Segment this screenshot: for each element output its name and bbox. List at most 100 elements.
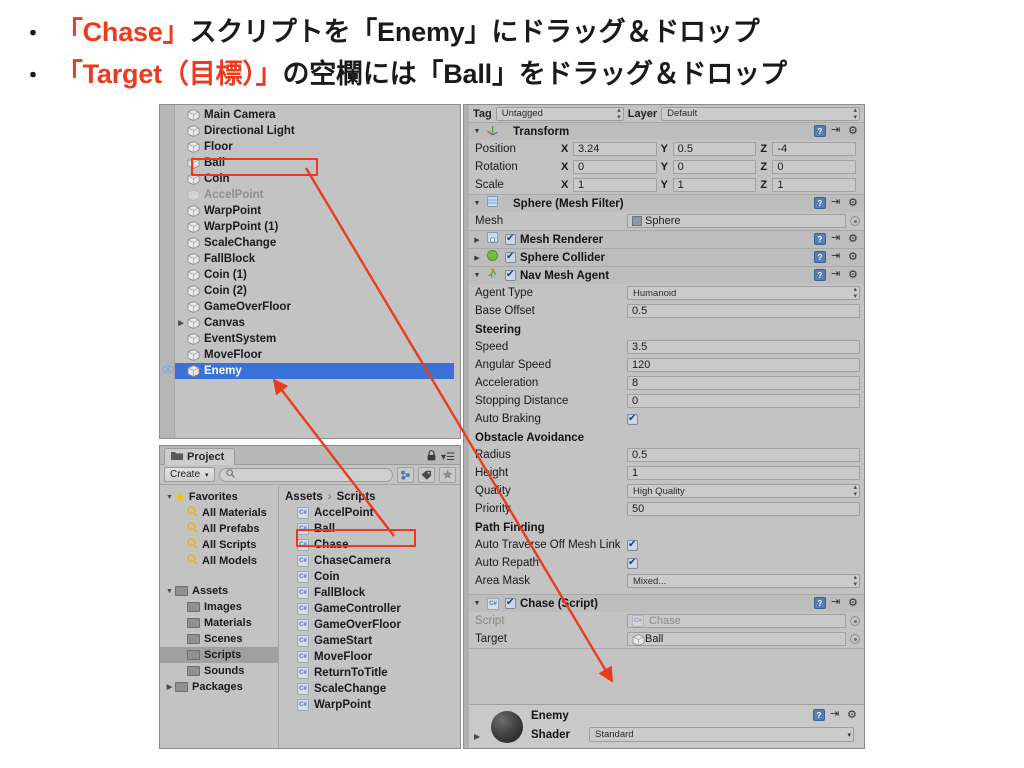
expand-triangle-icon[interactable]: ▶	[472, 236, 482, 244]
component-transform[interactable]: ▼ Transform ? ⇥ ⚙ Position X 3.24 Y 0.5 Z -4 Ro…	[469, 123, 864, 195]
expand-triangle-icon[interactable]: ▼	[164, 494, 175, 501]
steering-row-auto-braking[interactable]: Auto Braking	[469, 410, 864, 428]
agent-type-dropdown[interactable]: Humanoid ▴ ▾	[627, 286, 860, 300]
radius-input[interactable]: 0.5	[627, 448, 860, 462]
lock-icon[interactable]	[427, 450, 436, 464]
steering-row-angular-speed[interactable]: Angular Speed 120	[469, 356, 864, 374]
target-value-field[interactable]: Ball	[627, 632, 846, 646]
asset-item-accelpoint[interactable]: C# AccelPoint	[279, 505, 460, 521]
component-header-icons[interactable]: ? ⇥ ⚙	[814, 233, 860, 245]
script-object-field[interactable]: C# Chase	[627, 614, 860, 628]
stopping-distance-input[interactable]: 0	[627, 394, 860, 408]
expand-triangle-icon[interactable]: ▼	[472, 600, 482, 607]
visibility-eye-icon[interactable]	[162, 365, 174, 377]
panel-menu-icon[interactable]: ▾☰	[441, 452, 455, 463]
chase-script-rows[interactable]: Script C# Chase Target Ball	[469, 612, 864, 648]
hierarchy-item-enemy[interactable]: Enemy	[162, 363, 454, 379]
shader-dropdown[interactable]: Standard ▾	[589, 727, 854, 742]
expand-triangle-icon[interactable]: ▼	[472, 200, 482, 207]
asset-item-returntotitle[interactable]: C# ReturnToTitle	[279, 665, 460, 681]
preset-icon[interactable]: ⇥	[831, 197, 843, 209]
obstacle-avoidance-rows[interactable]: Radius 0.5 Height 1 Quality High Quality ▴ ▾ Pri…	[469, 446, 864, 518]
expand-triangle-icon[interactable]: ▶	[164, 683, 175, 691]
nav-mesh-agent-enabled-checkbox[interactable]	[505, 269, 516, 281]
asset-item-scalechange[interactable]: C# ScaleChange	[279, 681, 460, 697]
component-nav-mesh-agent[interactable]: ▼ Nav Mesh Agent ? ⇥ ⚙ Agent Ty	[469, 267, 864, 595]
project-panel[interactable]: Project ▾☰ Create ▾ ▼ ★ Favorites All Ma…	[159, 445, 461, 749]
expand-triangle-icon[interactable]: ▼	[472, 272, 482, 279]
chase-script-enabled-checkbox[interactable]	[505, 597, 516, 609]
asset-item-chasecamera[interactable]: C# ChaseCamera	[279, 553, 460, 569]
mesh-row[interactable]: Mesh Sphere	[469, 212, 864, 230]
project-tree-item-materials[interactable]: Materials	[160, 615, 278, 631]
project-tree-item-scripts[interactable]: Scripts	[160, 647, 278, 663]
mesh-value-field[interactable]: Sphere	[627, 214, 846, 228]
hierarchy-item-coin-1[interactable]: Coin (1)	[175, 267, 454, 283]
asset-item-coin[interactable]: C# Coin	[279, 569, 460, 585]
nav-mesh-agent-header[interactable]: ▼ Nav Mesh Agent ? ⇥ ⚙	[469, 267, 864, 284]
hierarchy-item-main-camera[interactable]: Main Camera	[175, 107, 454, 123]
area-mask-dropdown[interactable]: Mixed... ▴ ▾	[627, 574, 860, 588]
speed-input[interactable]: 3.5	[627, 340, 860, 354]
component-header-icons[interactable]: ? ⇥ ⚙	[814, 251, 860, 263]
tab-project[interactable]: Project	[164, 448, 236, 465]
gear-icon[interactable]: ⚙	[848, 197, 860, 209]
tag-layer-row[interactable]: Tag Untagged ▴ ▾ Layer Default ▴ ▾	[469, 105, 864, 123]
breadcrumb-root[interactable]: Assets	[285, 491, 323, 503]
vector3-field[interactable]: X 3.24 Y 0.5 Z -4	[561, 142, 864, 156]
hierarchy-item-warppoint[interactable]: WarpPoint	[175, 203, 454, 219]
obstacle-row-radius[interactable]: Radius 0.5	[469, 446, 864, 464]
rotation-y-input[interactable]: 0	[672, 160, 757, 174]
hierarchy-item-accelpoint[interactable]: AccelPoint	[175, 187, 454, 203]
filter-by-type-icon[interactable]	[397, 466, 414, 483]
base-offset-row[interactable]: Base Offset 0.5	[469, 302, 864, 320]
auto-traverse-off-mesh-link-checkbox[interactable]	[627, 539, 638, 551]
preset-icon[interactable]: ⇥	[831, 597, 843, 609]
project-tree-item-all-materials[interactable]: All Materials	[160, 505, 278, 521]
create-button[interactable]: Create ▾	[164, 467, 215, 482]
agent-type-row[interactable]: Agent Type Humanoid ▴ ▾	[469, 284, 864, 302]
project-tree-item-sounds[interactable]: Sounds	[160, 663, 278, 679]
help-icon[interactable]: ?	[814, 233, 826, 245]
acceleration-input[interactable]: 8	[627, 376, 860, 390]
object-picker-icon[interactable]	[850, 634, 860, 644]
project-tree-item-packages[interactable]: ▶ Packages	[160, 679, 278, 695]
expand-triangle-icon[interactable]: ▶	[472, 254, 482, 262]
project-tree-item-favorites[interactable]: ▼ ★ Favorites	[160, 489, 278, 505]
hierarchy-item-floor[interactable]: Floor	[175, 139, 454, 155]
mesh-renderer-header[interactable]: ▶ Mesh Renderer ? ⇥ ⚙	[469, 231, 864, 248]
position-y-input[interactable]: 0.5	[672, 142, 757, 156]
panel-options-group[interactable]: ▾☰	[427, 450, 455, 464]
help-icon[interactable]: ?	[814, 125, 826, 137]
scale-z-input[interactable]: 1	[772, 178, 857, 192]
project-tree-item-scenes[interactable]: Scenes	[160, 631, 278, 647]
vector3-field[interactable]: X1Y1Z1	[561, 178, 864, 192]
sphere-collider-enabled-checkbox[interactable]	[505, 251, 516, 263]
expand-triangle-icon[interactable]: ▼	[164, 588, 175, 595]
tag-dropdown[interactable]: Untagged ▴ ▾	[495, 106, 624, 121]
help-icon[interactable]: ?	[814, 269, 826, 281]
expand-triangle-icon[interactable]: ▼	[472, 128, 482, 135]
project-tree-item-all-prefabs[interactable]: All Prefabs	[160, 521, 278, 537]
project-asset-list[interactable]: Assets › Scripts C# AccelPoint C# Ball C# Cha…	[279, 486, 460, 748]
steering-row-acceleration[interactable]: Acceleration 8	[469, 374, 864, 392]
project-tree-item-all-scripts[interactable]: All Scripts	[160, 537, 278, 553]
hierarchy-item-movefloor[interactable]: MoveFloor	[175, 347, 454, 363]
steering-row-speed[interactable]: Speed 3.5	[469, 338, 864, 356]
quality-dropdown[interactable]: High Quality ▴ ▾	[627, 484, 860, 498]
component-header-icons[interactable]: ? ⇥ ⚙	[814, 597, 860, 609]
position-x-input[interactable]: 3.24	[573, 142, 657, 156]
inspector-panel[interactable]: Tag Untagged ▴ ▾ Layer Default ▴ ▾ ▼ Tra…	[463, 104, 865, 749]
hierarchy-item-fallblock[interactable]: FallBlock	[175, 251, 454, 267]
project-tree-item-assets[interactable]: ▼ Assets	[160, 583, 278, 599]
object-picker-icon[interactable]	[850, 216, 860, 226]
asset-item-movefloor[interactable]: C# MoveFloor	[279, 649, 460, 665]
obstacle-row-height[interactable]: Height 1	[469, 464, 864, 482]
gear-icon[interactable]: ⚙	[848, 125, 860, 137]
sphere-collider-header[interactable]: ▶ Sphere Collider ? ⇥ ⚙	[469, 249, 864, 266]
component-header-icons[interactable]: ? ⇥ ⚙	[814, 197, 860, 209]
gear-icon[interactable]: ⚙	[848, 597, 860, 609]
expand-triangle-icon[interactable]: ▶	[175, 319, 187, 327]
favorite-star-icon[interactable]	[439, 466, 456, 483]
path-finding-rows[interactable]: Auto Traverse Off Mesh Link Auto Repath Ar…	[469, 536, 864, 590]
